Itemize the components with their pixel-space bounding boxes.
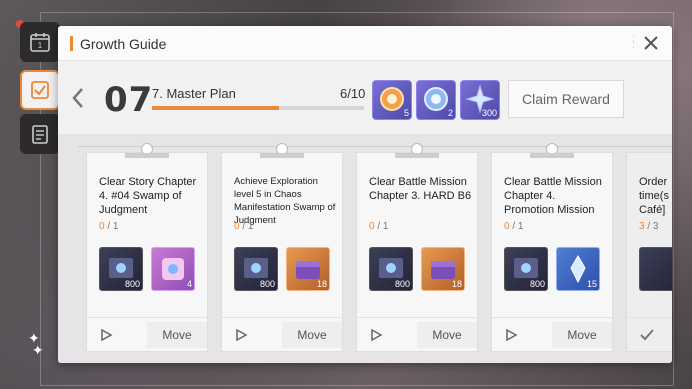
item-qty: 15 (586, 279, 597, 289)
play-icon[interactable] (234, 328, 248, 342)
reward-qty: 5 (403, 108, 409, 118)
reward-item[interactable]: 5 (372, 80, 412, 120)
mission-progress: 0 / 1 (369, 221, 389, 232)
mission-progress-current: 0 (369, 221, 375, 232)
calendar-icon: 1 (30, 33, 50, 52)
mission-progress-total: 1 (112, 221, 119, 232)
reward-item[interactable]: 18 (286, 247, 330, 291)
mission-title: Achieve Exploration level 5 in Chaos Man… (234, 176, 336, 226)
card-actions: Move (87, 317, 207, 352)
previous-chapter-button[interactable] (70, 86, 86, 113)
mission-title: Clear Story Chapter 4. #04 Swamp of Judg… (99, 176, 197, 216)
play-icon[interactable] (99, 328, 113, 342)
mission-title: Order time(s Café] (639, 176, 669, 216)
item-qty: 18 (451, 279, 462, 289)
move-button[interactable]: Move (282, 322, 342, 348)
item-qty: 4 (186, 279, 192, 289)
reward-item[interactable]: 18 (421, 247, 465, 291)
mission-title: Clear Battle Mission Chapter 4. Promotio… (504, 176, 602, 216)
mission-progress: 0 / 1 (234, 221, 254, 232)
card-rail (78, 146, 672, 147)
card-tab (260, 153, 304, 158)
title-bar: Growth Guide ⁚ ⁚ (58, 26, 672, 61)
plan-progress-bar (152, 106, 364, 110)
reward-qty: 300 (481, 108, 497, 118)
mission-progress: 0 / 1 (504, 221, 524, 232)
sidebar-tab-document[interactable] (20, 114, 60, 154)
panel-title: Growth Guide (80, 36, 167, 52)
mission-card: Order time(s Café] 3 / 3 (626, 152, 672, 352)
close-icon (644, 36, 658, 50)
mission-title: Clear Battle Mission Chapter 3. HARD B6 (369, 176, 472, 202)
card-actions: Move (222, 317, 342, 352)
mission-progress: 0 / 1 (99, 221, 119, 232)
sidebar-tab-growth-guide[interactable] (20, 70, 60, 110)
plan-progress-fill (152, 106, 280, 110)
close-button[interactable] (640, 32, 662, 54)
chapter-number: 07 (104, 80, 154, 120)
mission-card: Achieve Exploration level 5 in Chaos Man… (221, 143, 343, 352)
claim-reward-button[interactable]: Claim Reward (508, 80, 624, 118)
plan-progress-count: 6/10 (340, 86, 366, 101)
reward-item[interactable]: 800 (369, 247, 413, 291)
play-icon[interactable] (504, 328, 518, 342)
checkmark-icon (640, 329, 654, 341)
item-qty: 18 (316, 279, 327, 289)
reward-item[interactable]: 15 (556, 247, 600, 291)
reward-item[interactable]: 800 (234, 247, 278, 291)
reward-qty: 2 (447, 108, 453, 118)
sparkle-icon: ✦ ✦ (28, 330, 44, 358)
mission-progress-current: 3 (639, 221, 645, 232)
reward-item[interactable]: 300 (460, 80, 500, 120)
card-actions: Move (492, 317, 612, 352)
reward-item[interactable]: 4 (151, 247, 195, 291)
item-qty: 800 (259, 279, 275, 289)
sidebar-tab-calendar[interactable]: 1 (20, 22, 60, 62)
title-accent (70, 36, 73, 51)
drag-handle-icon: ⁚ ⁚ (632, 34, 635, 50)
move-button[interactable]: Move (552, 322, 612, 348)
mission-progress-total: 1 (247, 221, 254, 232)
mission-progress: 3 / 3 (639, 221, 659, 232)
move-button[interactable]: Move (147, 322, 207, 348)
item-qty: 800 (529, 279, 545, 289)
mission-progress-current: 0 (99, 221, 105, 232)
card-tab (395, 153, 439, 158)
mission-progress-current: 0 (234, 221, 240, 232)
mission-card: Clear Battle Mission Chapter 3. HARD B6 … (356, 143, 478, 352)
card-tab (125, 153, 169, 158)
item-qty: 800 (124, 279, 140, 289)
growth-guide-panel: Growth Guide ⁚ ⁚ 07 7. Master Plan 6/10 5 (58, 26, 672, 363)
card-tab (530, 153, 574, 158)
mission-card: Clear Battle Mission Chapter 4. Promotio… (491, 143, 613, 352)
mission-progress-total: 1 (517, 221, 524, 232)
reward-item[interactable] (639, 247, 672, 291)
card-actions: Move (357, 317, 477, 352)
card-actions (627, 317, 672, 352)
move-button[interactable]: Move (417, 322, 477, 348)
chevron-left-icon (72, 88, 83, 108)
reward-item[interactable]: 800 (99, 247, 143, 291)
chapter-header: 07 7. Master Plan 6/10 5 2 300 Claim Rew… (58, 74, 672, 122)
mission-card: Clear Story Chapter 4. #04 Swamp of Judg… (86, 143, 208, 352)
item-qty: 800 (394, 279, 410, 289)
mission-progress-total: 1 (382, 221, 389, 232)
play-icon[interactable] (369, 328, 383, 342)
reward-item[interactable]: 2 (416, 80, 456, 120)
mission-progress-current: 0 (504, 221, 510, 232)
plan-name: 7. Master Plan (152, 86, 236, 101)
checklist-icon (31, 81, 49, 99)
mission-progress-total: 3 (652, 221, 659, 232)
calendar-icon-day: 1 (38, 41, 43, 50)
reward-item[interactable]: 800 (504, 247, 548, 291)
document-icon (32, 125, 48, 144)
mission-cards-area: Clear Story Chapter 4. #04 Swamp of Judg… (58, 134, 672, 363)
